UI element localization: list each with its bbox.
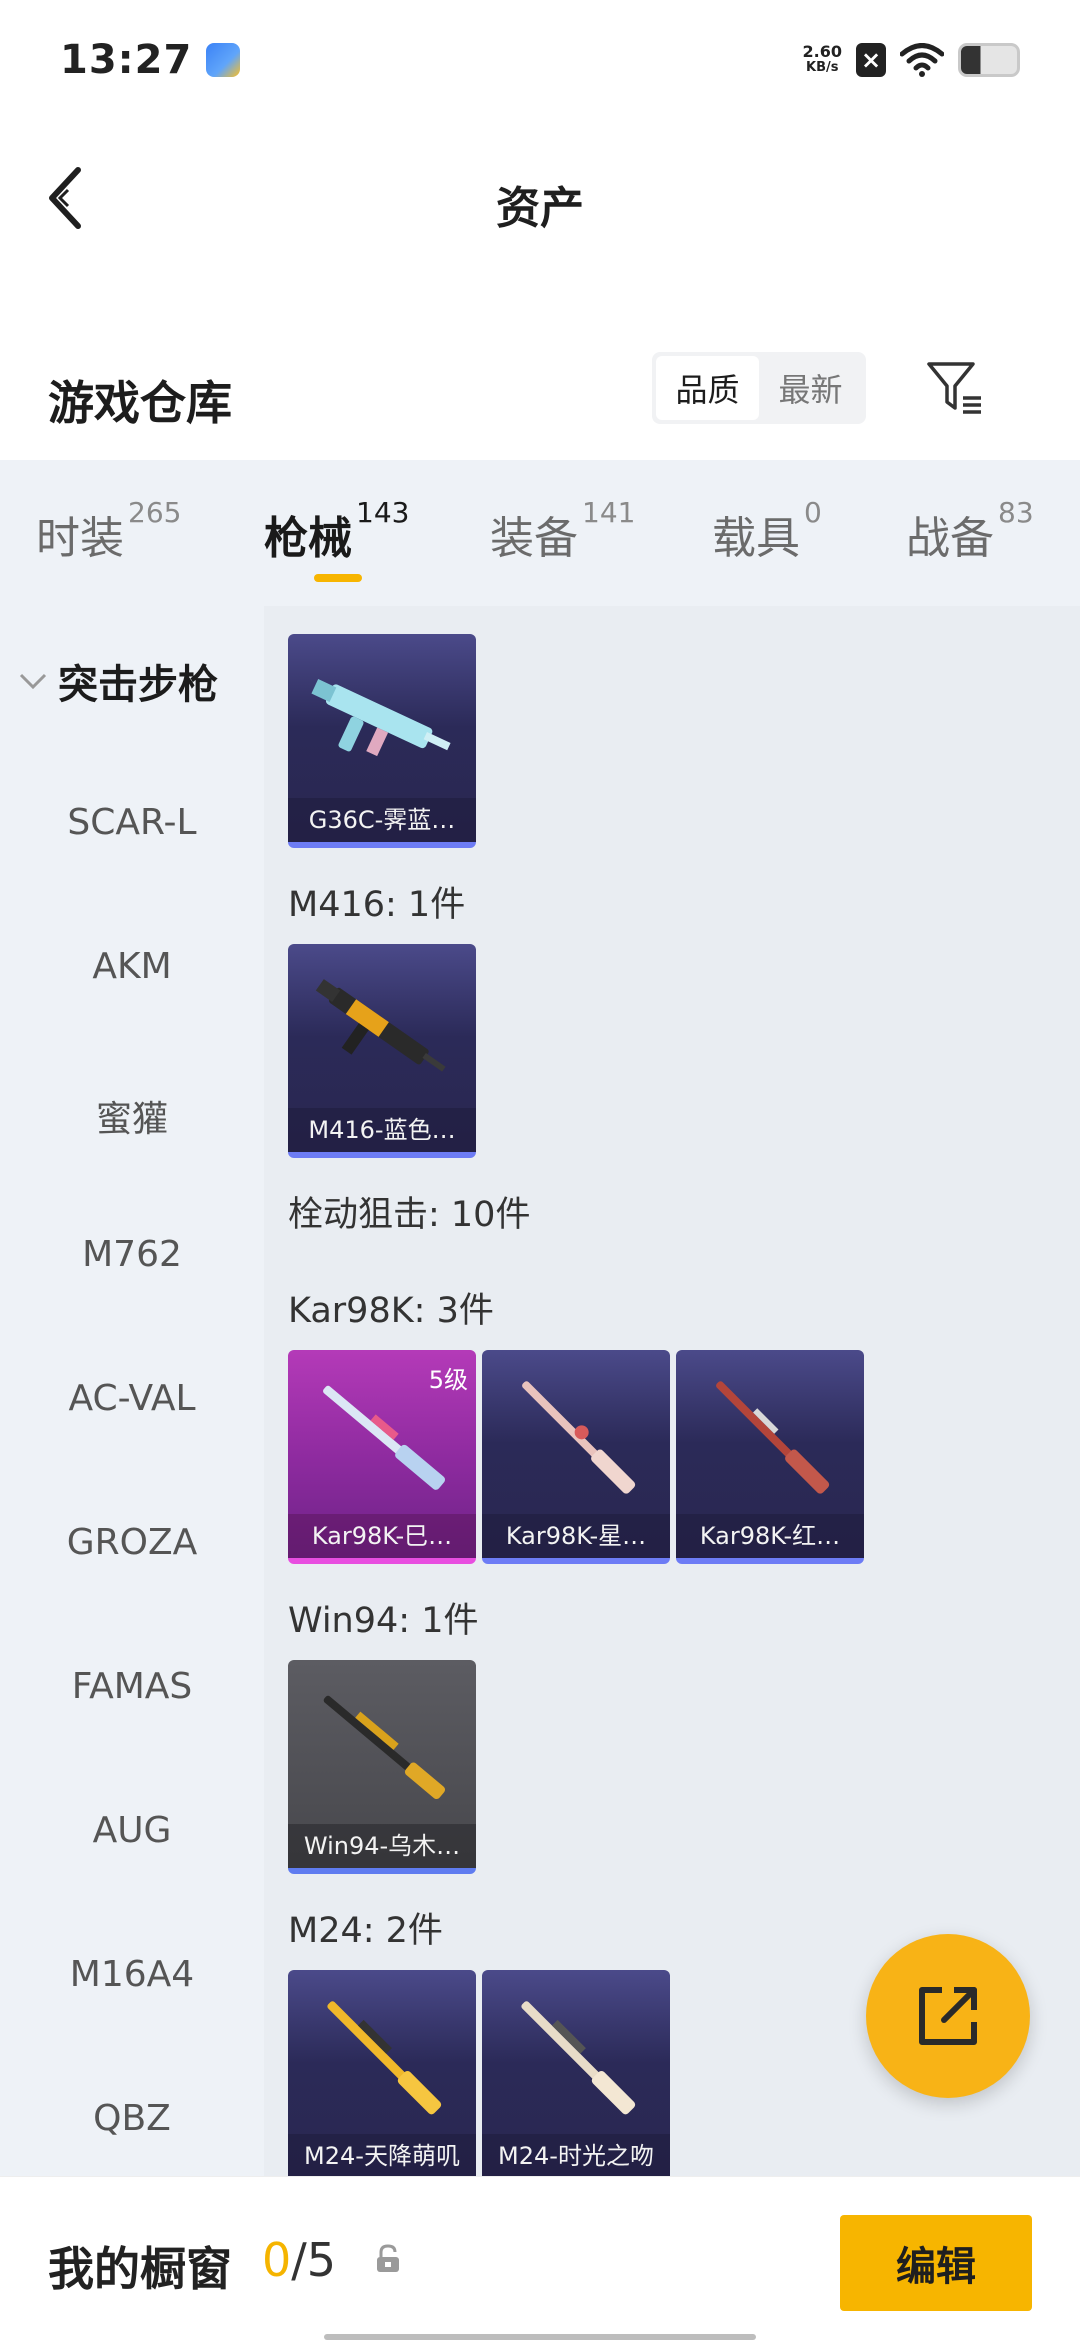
network-speed-unit: KB/s (806, 60, 839, 75)
lock-icon (377, 2244, 399, 2272)
x-icon: × (856, 43, 886, 77)
tab-label: 载具 (712, 513, 800, 564)
sort-toggle: 品质 最新 (652, 352, 866, 424)
sidebar-item-m16a4[interactable]: M16A4 (0, 1954, 264, 1995)
page-title: 资产 (496, 183, 584, 234)
sidebar-group-assault-rifles[interactable]: 突击步枪 (18, 652, 218, 710)
status-icons: 2.60 KB/s × (803, 43, 1020, 77)
section-label: Kar98K: 3件 (288, 1291, 494, 1331)
weapon-card[interactable]: G36C-霁蓝… (288, 634, 476, 848)
weapon-card[interactable]: M416-蓝色… (288, 944, 476, 1158)
section-label: M416: 1件 (288, 885, 466, 925)
section-label: Win94: 1件 (288, 1601, 479, 1641)
tab-fashion[interactable]: 时装265 (36, 496, 181, 592)
warehouse-row: 游戏仓库 品质 最新 (0, 340, 1080, 460)
sidebar-item-honey-badger[interactable]: 蜜獾 (0, 1090, 264, 1142)
tab-vehicles[interactable]: 载具0 (712, 496, 822, 592)
tab-count: 143 (356, 496, 410, 529)
sidebar-group-label: 突击步枪 (58, 662, 218, 708)
weapon-card-name: Win94-乌木… (288, 1824, 476, 1868)
tab-count: 141 (582, 496, 636, 529)
rifle-image (311, 679, 451, 757)
sidebar-item-scar-l[interactable]: SCAR-L (0, 802, 264, 843)
weapon-card[interactable]: M24-天降萌叽 (288, 1970, 476, 2176)
weapon-card[interactable]: M24-时光之吻 (482, 1970, 670, 2176)
sniper-rifle-image (521, 2001, 636, 2115)
weapon-card-name: M24-时光之吻 (482, 2134, 670, 2176)
status-time: 13:27 (60, 37, 193, 83)
sidebar-item-qbz[interactable]: QBZ (0, 2098, 264, 2139)
tab-equipment[interactable]: 装备141 (490, 496, 635, 592)
sidebar-item-aug[interactable]: AUG (0, 1810, 264, 1851)
lever-rifle-image (323, 1695, 446, 1800)
sniper-rifle-image (323, 1385, 446, 1490)
active-tab-indicator (314, 574, 362, 582)
rifle-image (315, 979, 446, 1072)
weapon-card-name: Kar98K-星… (482, 1514, 670, 1558)
sort-option-quality[interactable]: 品质 (656, 356, 759, 420)
network-speed-value: 2.60 (802, 42, 842, 61)
app-icon (206, 43, 241, 77)
filter-button[interactable] (920, 352, 990, 424)
tab-label: 枪械 (264, 513, 352, 564)
weapon-card-name: Kar98K-巳… (288, 1514, 476, 1558)
showcase-total: /5 (291, 2233, 337, 2287)
filter-icon (927, 362, 981, 414)
sniper-rifle-image (327, 2001, 442, 2115)
wifi-icon (900, 43, 944, 77)
tab-label: 时装 (36, 513, 124, 564)
header: 资产 (0, 120, 1080, 280)
bottom-bar: 我的橱窗 0/5 编辑 (0, 2176, 1080, 2344)
weapon-card[interactable]: 5级 Kar98K-巳… (288, 1350, 476, 1564)
tab-count: 83 (998, 496, 1034, 529)
sniper-rifle-image (716, 1381, 830, 1494)
tab-guns[interactable]: 枪械143 (264, 496, 409, 592)
home-indicator (324, 2334, 756, 2340)
sidebar-item-groza[interactable]: GROZA (0, 1522, 264, 1563)
showcase-label: 我的橱窗 (48, 2242, 232, 2296)
tab-count: 265 (128, 496, 182, 529)
battery-icon (958, 43, 1020, 77)
sidebar-item-ac-val[interactable]: AC-VAL (0, 1378, 264, 1419)
section-label: M24: 2件 (288, 1911, 443, 1951)
status-bar: 13:27 2.60 KB/s × (0, 0, 1080, 120)
sidebar-item-famas[interactable]: FAMAS (0, 1666, 264, 1707)
edit-button[interactable]: 编辑 (840, 2215, 1032, 2311)
warehouse-title: 游戏仓库 (48, 376, 232, 430)
weapon-card[interactable]: Win94-乌木… (288, 1660, 476, 1874)
tab-label: 装备 (490, 513, 578, 564)
network-speed: 2.60 KB/s (803, 44, 842, 76)
weapon-card-name: G36C-霁蓝… (288, 798, 476, 842)
weapon-card-name: Kar98K-红… (676, 1514, 864, 1558)
share-icon (919, 1987, 977, 2045)
sniper-rifle-image (522, 1381, 636, 1494)
weapon-card[interactable]: Kar98K-星… (482, 1350, 670, 1564)
sidebar-item-m762[interactable]: M762 (0, 1234, 264, 1275)
tab-count: 0 (804, 496, 822, 529)
tab-label: 战备 (906, 513, 994, 564)
share-button[interactable] (866, 1934, 1030, 2098)
weapon-card[interactable]: Kar98K-红… (676, 1350, 864, 1564)
showcase-current: 0 (262, 2233, 292, 2287)
weapon-sidebar: 突击步枪 SCAR-L AKM 蜜獾 M762 AC-VAL GROZA FAM… (0, 606, 264, 2176)
tab-battle-supplies[interactable]: 战备83 (906, 496, 1034, 592)
showcase-count: 0/5 (262, 2233, 336, 2287)
section-label: 栓动狙击: 10件 (288, 1195, 531, 1235)
weapon-card-name: M24-天降萌叽 (288, 2134, 476, 2176)
sidebar-item-akm[interactable]: AKM (0, 946, 264, 987)
chevron-down-icon (19, 673, 47, 690)
sort-option-latest[interactable]: 最新 (759, 356, 862, 420)
weapon-card-name: M416-蓝色… (288, 1108, 476, 1152)
category-tabs: 时装265 枪械143 装备141 载具0 战备83 (0, 460, 1080, 606)
